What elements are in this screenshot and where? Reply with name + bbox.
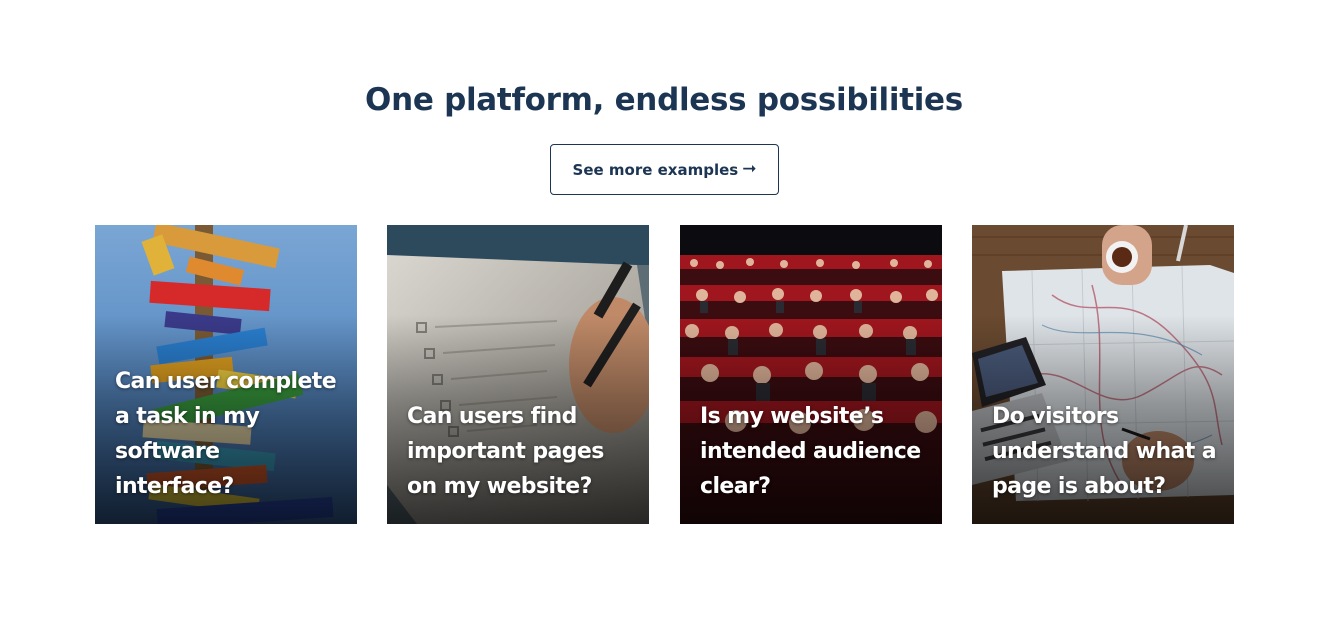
card-caption: Can users find important pages on my web… [407,404,604,499]
section-heading: One platform, endless possibilities [365,82,963,118]
example-card-page-understanding[interactable]: Do visitors understand what a page is ab… [972,225,1234,524]
see-more-examples-label: See more examples [572,160,739,179]
example-card-task-completion[interactable]: Can user complete a task in my software … [95,225,357,524]
card-caption: Do visitors understand what a page is ab… [992,404,1217,499]
card-caption: Is my website’s intended audience clear? [700,404,921,499]
arrow-right-icon: ➞ [742,159,757,179]
example-card-audience-clarity[interactable]: Is my website’s intended audience clear? [680,225,942,524]
see-more-examples-button[interactable]: See more examples ➞ [550,144,779,195]
card-caption: Can user complete a task in my software … [115,369,337,499]
example-card-find-pages[interactable]: Can users find important pages on my web… [387,225,649,524]
